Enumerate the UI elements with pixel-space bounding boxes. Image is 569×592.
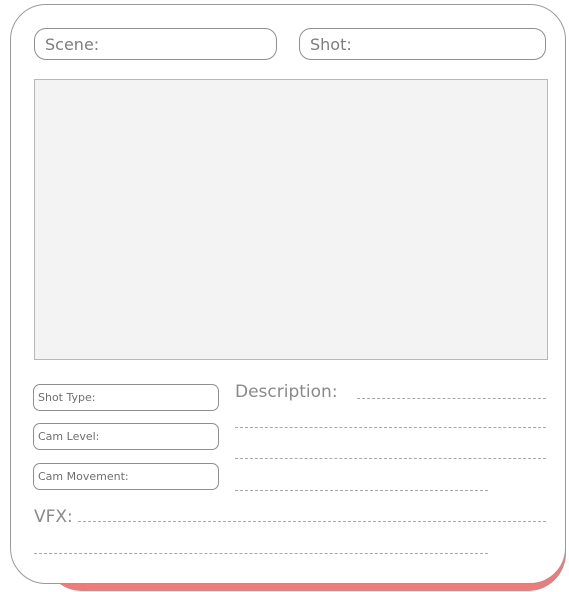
description-label: Description: [235,382,338,402]
shot-label: Shot: [310,34,352,54]
cam-movement-field[interactable]: Cam Movement: [33,463,219,490]
description-line-2[interactable] [235,427,546,428]
vfx-line-1[interactable] [78,521,546,522]
scene-field[interactable]: Scene: [34,28,277,60]
description-line-4[interactable] [235,490,488,491]
shot-type-label: Shot Type: [38,391,96,404]
description-line-1[interactable] [357,398,546,399]
vfx-line-2[interactable] [34,553,488,554]
cam-level-field[interactable]: Cam Level: [33,423,219,450]
cam-level-label: Cam Level: [38,430,100,443]
shot-type-field[interactable]: Shot Type: [33,384,219,411]
vfx-label: VFX: [34,507,73,527]
shot-field[interactable]: Shot: [299,28,546,60]
scene-label: Scene: [45,34,100,54]
cam-movement-label: Cam Movement: [38,470,129,483]
description-line-3[interactable] [235,458,546,459]
storyboard-image-frame[interactable] [34,79,548,360]
